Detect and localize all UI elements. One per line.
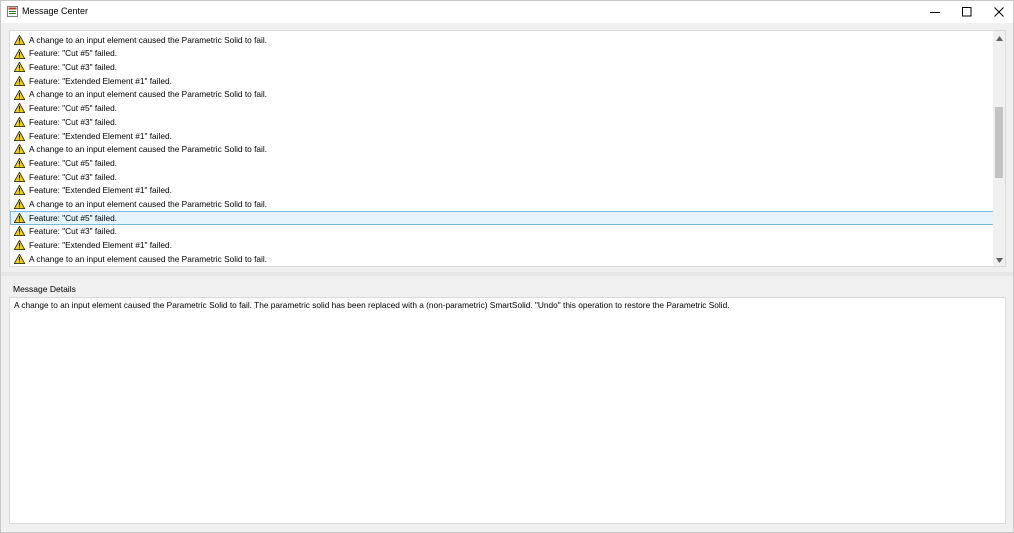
scroll-up-button[interactable] [993,32,1005,44]
message-row[interactable]: Feature: "Cut #3" failed. [10,225,995,239]
title-bar[interactable]: Message Center [1,1,1013,23]
message-text: Feature: "Cut #5" failed. [29,103,117,114]
panel-splitter[interactable] [1,272,1013,276]
message-text: Feature: "Extended Element #1" failed. [29,75,172,86]
message-row[interactable]: Feature: "Extended Element #1" failed. [10,238,995,252]
message-text: Feature: "Cut #3" failed. [29,226,117,237]
message-row[interactable]: A change to an input element caused the … [10,33,995,47]
warning-icon [13,48,26,59]
scroll-down-arrow-icon [995,255,1003,265]
message-row[interactable]: Feature: "Cut #5" failed. [10,101,995,115]
close-icon [994,7,1004,17]
message-row[interactable]: A change to an input element caused the … [10,197,995,211]
warning-icon [13,212,26,223]
warning-icon [13,171,26,182]
message-text: A change to an input element caused the … [29,34,267,45]
message-text: Feature: "Cut #5" failed. [29,157,117,168]
warning-icon [13,157,26,169]
message-row[interactable]: Feature: "Extended Element #1" failed. [10,129,995,143]
window-title: Message Center [22,6,89,16]
message-list[interactable]: A change to an input element caused the … [10,33,995,266]
message-text: Feature: "Cut #3" failed. [29,116,117,127]
scroll-thumb[interactable] [995,107,1003,178]
maximize-button[interactable] [951,1,983,23]
message-text: A change to an input element caused the … [29,144,267,155]
warning-icon [13,116,26,127]
warning-icon [13,253,26,264]
minimize-button[interactable] [919,1,951,23]
message-text: Feature: "Cut #5" failed. [29,212,117,223]
message-text: A change to an input element caused the … [29,253,267,264]
warning-icon [13,130,26,141]
message-text: A change to an input element caused the … [29,198,267,209]
message-row[interactable]: Feature: "Extended Element #1" failed. [10,74,995,88]
scroll-up-arrow-icon [995,33,1003,43]
message-center-window: Message Center A change to an input elem… [0,0,1014,533]
warning-icon [13,240,26,251]
message-text: Feature: "Extended Element #1" failed. [29,240,172,250]
message-text: Feature: "Extended Element #1" failed. [29,185,172,196]
message-text: A change to an input element caused the … [29,89,267,100]
message-text: Feature: "Cut #3" failed. [29,62,117,73]
message-row[interactable]: A change to an input element caused the … [10,88,995,102]
scroll-down-button[interactable] [993,254,1005,266]
warning-icon [13,144,26,155]
warning-icon [13,75,26,86]
message-center-app-icon [7,6,18,17]
message-row[interactable]: A change to an input element caused the … [10,143,995,157]
message-row[interactable]: Feature: "Cut #3" failed. [10,60,995,74]
warning-icon [13,89,26,100]
message-details-panel[interactable]: A change to an input element caused the … [9,297,1006,524]
message-text: Feature: "Cut #3" failed. [29,171,117,182]
warning-icon [13,62,26,73]
warning-icon [13,185,26,196]
message-row[interactable]: Feature: "Cut #3" failed. [10,170,995,184]
message-row[interactable]: Feature: "Cut #5" failed. [10,156,995,170]
message-text: Feature: "Cut #5" failed. [29,48,117,59]
message-row[interactable]: Feature: "Extended Element #1" failed. [10,184,995,198]
message-details-label: Message Details [13,284,76,294]
message-details-text: A change to an input element caused the … [14,300,730,310]
warning-icon [13,34,26,45]
message-text: Feature: "Extended Element #1" failed. [29,130,172,141]
minimize-icon [930,7,940,17]
message-row[interactable]: Feature: "Cut #3" failed. [10,115,995,129]
maximize-icon [962,7,972,17]
warning-icon [13,103,26,114]
message-list-scrollbar[interactable] [993,31,1005,266]
message-list-panel: A change to an input element caused the … [9,30,1006,267]
message-row[interactable]: Feature: "Cut #5" failed. [10,47,995,61]
warning-icon [13,226,26,237]
warning-icon [13,198,26,210]
message-row[interactable]: A change to an input element caused the … [10,252,995,266]
message-row[interactable]: Feature: "Cut #5" failed. [10,210,995,225]
close-button[interactable] [983,1,1014,23]
